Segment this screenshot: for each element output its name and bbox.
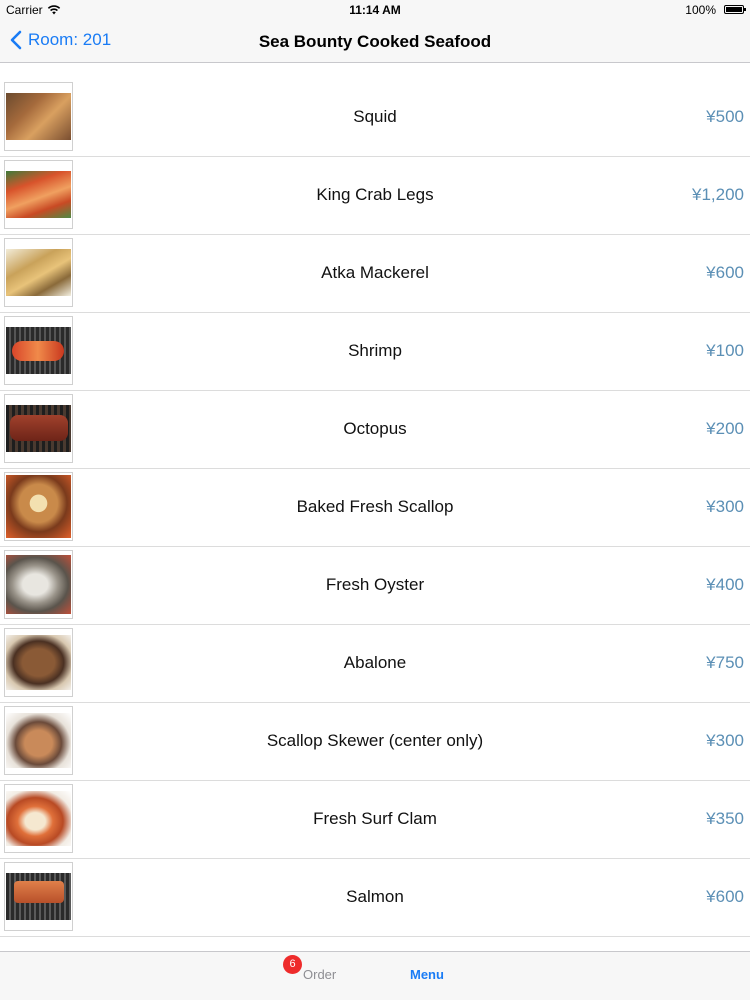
menu-item-salmon[interactable]: Salmon ¥600 (0, 859, 750, 937)
item-name: Salmon (346, 887, 404, 906)
menu-item-king-crab-legs[interactable]: King Crab Legs ¥1,200 (0, 157, 750, 235)
item-name: Abalone (343, 653, 407, 672)
item-price: ¥600 (706, 263, 744, 282)
food-photo (4, 394, 73, 463)
battery-percent: 100% (685, 3, 716, 17)
item-name: King Crab Legs (316, 185, 434, 204)
food-photo (4, 706, 73, 775)
status-time: 11:14 AM (349, 3, 401, 17)
food-photo (4, 316, 73, 385)
menu-list: Squid ¥500 King Crab Legs ¥1,200 Atka Ma… (0, 79, 750, 937)
tab-order[interactable]: Order (303, 967, 336, 982)
item-name: Fresh Oyster (325, 575, 425, 594)
item-price: ¥350 (706, 809, 744, 828)
item-price: ¥300 (706, 497, 744, 516)
item-name: Squid (353, 107, 397, 126)
item-price: ¥400 (706, 575, 744, 594)
item-name: Scallop Skewer (center only) (266, 731, 484, 750)
food-photo (4, 784, 73, 853)
item-price: ¥1,200 (692, 185, 744, 204)
food-photo (4, 160, 73, 229)
menu-item-scallop-skewer[interactable]: Scallop Skewer (center only) ¥300 (0, 703, 750, 781)
menu-item-atka-mackerel[interactable]: Atka Mackerel ¥600 (0, 235, 750, 313)
food-photo (4, 628, 73, 697)
food-photo (4, 862, 73, 931)
tab-menu[interactable]: Menu (410, 967, 444, 982)
item-name: Fresh Surf Clam (313, 809, 437, 828)
item-name: Shrimp (348, 341, 402, 360)
navigation-bar: Room: 201 Sea Bounty Cooked Seafood (0, 20, 750, 63)
order-count-badge: 6 (283, 955, 302, 974)
food-photo (4, 550, 73, 619)
food-photo (4, 238, 73, 307)
menu-item-octopus[interactable]: Octopus ¥200 (0, 391, 750, 469)
menu-item-squid[interactable]: Squid ¥500 (0, 79, 750, 157)
battery-icon (724, 5, 746, 14)
menu-item-shrimp[interactable]: Shrimp ¥100 (0, 313, 750, 391)
tab-bar: 6 Order Menu (0, 951, 750, 1000)
item-price: ¥300 (706, 731, 744, 750)
food-photo (4, 472, 73, 541)
menu-item-baked-fresh-scallop[interactable]: Baked Fresh Scallop ¥300 (0, 469, 750, 547)
menu-item-abalone[interactable]: Abalone ¥750 (0, 625, 750, 703)
item-price: ¥750 (706, 653, 744, 672)
menu-item-fresh-oyster[interactable]: Fresh Oyster ¥400 (0, 547, 750, 625)
item-name: Atka Mackerel (321, 263, 429, 282)
item-name: Octopus (343, 419, 407, 438)
item-price: ¥600 (706, 887, 744, 906)
item-name: Baked Fresh Scallop (296, 497, 454, 516)
item-price: ¥100 (706, 341, 744, 360)
page-title: Sea Bounty Cooked Seafood (258, 32, 492, 51)
status-bar: Carrier 11:14 AM 100% (0, 0, 750, 20)
menu-item-fresh-surf-clam[interactable]: Fresh Surf Clam ¥350 (0, 781, 750, 859)
item-price: ¥500 (706, 107, 744, 126)
food-photo (4, 82, 73, 151)
item-price: ¥200 (706, 419, 744, 438)
